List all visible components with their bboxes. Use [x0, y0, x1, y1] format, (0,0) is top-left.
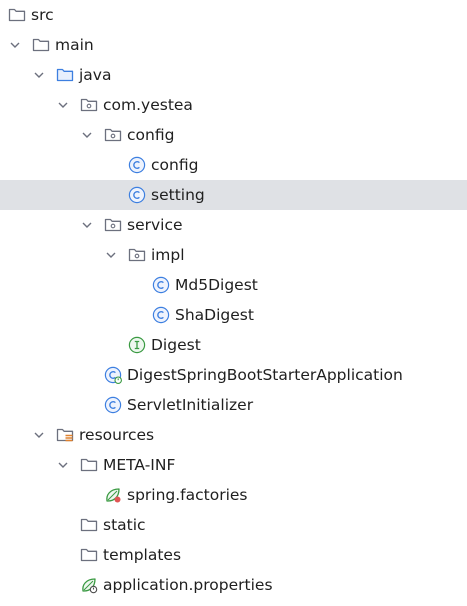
spring-properties-icon	[80, 576, 98, 594]
tree-node-label: static	[103, 516, 146, 534]
tree-node-md5digest-class[interactable]: Md5Digest	[0, 270, 467, 300]
tree-node-digest-interface[interactable]: Digest	[0, 330, 467, 360]
package-icon	[104, 126, 122, 144]
tree-node-templates[interactable]: templates	[0, 540, 467, 570]
package-icon	[104, 216, 122, 234]
folder-icon	[80, 516, 98, 534]
class-icon	[152, 306, 170, 324]
folder-icon	[32, 36, 50, 54]
tree-node-setting-class[interactable]: setting	[0, 180, 467, 210]
tree-node-label: src	[31, 6, 54, 24]
tree-node-servletinitializer-class[interactable]: ServletInitializer	[0, 390, 467, 420]
folder-icon	[8, 6, 26, 24]
tree-node-spring-factories[interactable]: spring.factories	[0, 480, 467, 510]
tree-node-static[interactable]: static	[0, 510, 467, 540]
tree-node-main[interactable]: main	[0, 30, 467, 60]
tree-node-label: application.properties	[103, 576, 273, 594]
chevron-down-icon[interactable]	[56, 458, 70, 472]
tree-node-com-yestea[interactable]: com.yestea	[0, 90, 467, 120]
tree-node-label: DigestSpringBootStarterApplication	[127, 366, 403, 384]
tree-node-label: service	[127, 216, 183, 234]
tree-node-shadigest-class[interactable]: ShaDigest	[0, 300, 467, 330]
interface-icon	[128, 336, 146, 354]
source-folder-icon	[56, 66, 74, 84]
tree-node-config-class[interactable]: config	[0, 150, 467, 180]
chevron-down-icon[interactable]	[80, 218, 94, 232]
chevron-down-icon[interactable]	[32, 68, 46, 82]
tree-node-label: setting	[151, 186, 205, 204]
chevron-down-icon[interactable]	[8, 38, 22, 52]
tree-node-label: spring.factories	[127, 486, 248, 504]
tree-node-resources[interactable]: resources	[0, 420, 467, 450]
tree-node-src[interactable]: src	[0, 0, 467, 30]
tree-node-label: impl	[151, 246, 185, 264]
tree-node-label: ServletInitializer	[127, 396, 254, 414]
tree-node-config-package[interactable]: config	[0, 120, 467, 150]
spring-boot-class-icon	[104, 366, 122, 384]
tree-node-label: resources	[79, 426, 155, 444]
class-icon	[128, 156, 146, 174]
chevron-down-icon[interactable]	[32, 428, 46, 442]
tree-node-label: config	[127, 126, 175, 144]
class-icon	[128, 186, 146, 204]
tree-node-java[interactable]: java	[0, 60, 467, 90]
tree-node-label: main	[55, 36, 94, 54]
tree-node-label: config	[151, 156, 199, 174]
chevron-down-icon[interactable]	[56, 98, 70, 112]
tree-node-meta-inf[interactable]: META-INF	[0, 450, 467, 480]
package-icon	[128, 246, 146, 264]
tree-node-label: Digest	[151, 336, 201, 354]
chevron-down-icon[interactable]	[104, 248, 118, 262]
tree-node-label: java	[79, 66, 112, 84]
tree-node-impl-package[interactable]: impl	[0, 240, 467, 270]
class-icon	[104, 396, 122, 414]
tree-node-label: ShaDigest	[175, 306, 254, 324]
tree-node-service-package[interactable]: service	[0, 210, 467, 240]
package-icon	[80, 96, 98, 114]
class-icon	[152, 276, 170, 294]
spring-factories-icon	[104, 486, 122, 504]
tree-node-label: Md5Digest	[175, 276, 258, 294]
resources-folder-icon	[56, 426, 74, 444]
folder-icon	[80, 456, 98, 474]
tree-node-label: templates	[103, 546, 182, 564]
tree-node-label: META-INF	[103, 456, 176, 474]
chevron-down-icon[interactable]	[80, 128, 94, 142]
tree-node-label: com.yestea	[103, 96, 193, 114]
folder-icon	[80, 546, 98, 564]
tree-node-application-properties[interactable]: application.properties	[0, 570, 467, 600]
tree-node-application-class[interactable]: DigestSpringBootStarterApplication	[0, 360, 467, 390]
